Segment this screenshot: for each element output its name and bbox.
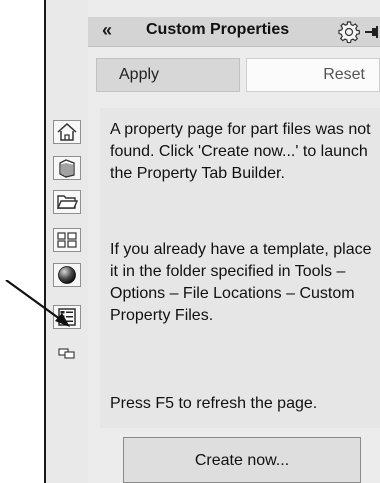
home-icon[interactable] — [53, 120, 81, 144]
callout-icon[interactable] — [53, 342, 81, 366]
create-now-button[interactable]: Create now... — [123, 437, 361, 483]
refresh-hint-message: Press F5 to refresh the page. — [110, 395, 318, 412]
missing-page-message: A property page for part files was not f… — [110, 121, 371, 182]
folder-icon[interactable] — [53, 190, 81, 214]
template-location-message: If you already have a template, place it… — [110, 241, 372, 324]
panel-header: « Custom Properties — [88, 17, 380, 47]
book-icon[interactable] — [53, 156, 81, 180]
gear-icon[interactable] — [338, 21, 360, 43]
reset-button[interactable]: Reset — [246, 58, 380, 92]
apply-button[interactable]: Apply — [96, 58, 240, 92]
annotation-arrow — [5, 280, 70, 327]
view-palette-icon[interactable] — [53, 228, 81, 252]
panel-title: Custom Properties — [146, 21, 290, 38]
pushpin-icon[interactable] — [365, 24, 380, 40]
double-chevron-left-icon[interactable]: « — [102, 20, 112, 41]
